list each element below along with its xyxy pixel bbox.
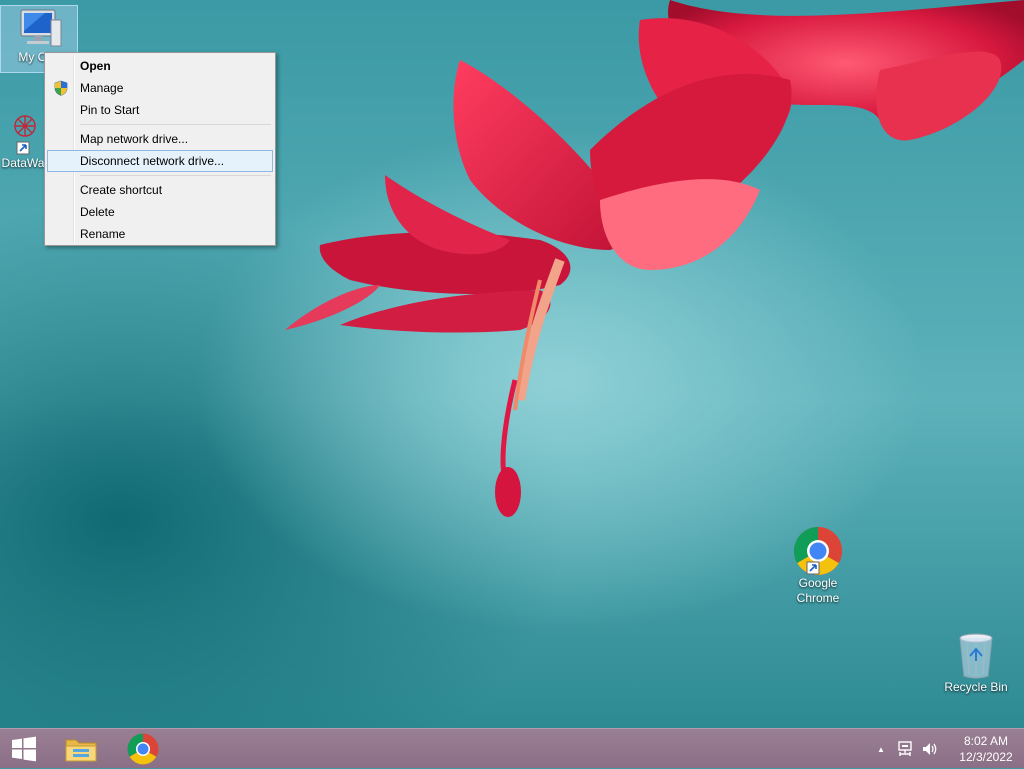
taskbar-clock[interactable]: 8:02 AM 12/3/2022 <box>956 733 1016 765</box>
menu-item-label: Map network drive... <box>80 132 189 146</box>
menu-item-disconnect-network-drive[interactable]: Disconnect network drive... <box>47 150 273 172</box>
taskbar-chrome[interactable] <box>116 729 170 769</box>
menu-item-label: Rename <box>80 227 126 241</box>
desktop-icon-label: Recycle Bin <box>944 680 1008 694</box>
volume-icon <box>923 743 937 755</box>
recycle-bin-icon <box>959 633 993 679</box>
menu-separator <box>47 172 273 179</box>
taskbar: ▲ 8:02 AM 12/3/2022 <box>0 728 1024 768</box>
desktop-icon-label-line1: Google <box>798 576 838 590</box>
menu-item-label: Pin to Start <box>80 103 140 117</box>
menu-item-label: Create shortcut <box>80 183 163 197</box>
volume-tray-button[interactable] <box>918 729 942 769</box>
menu-item-rename[interactable]: Rename <box>47 223 273 245</box>
taskbar-file-explorer[interactable] <box>54 729 108 769</box>
menu-separator <box>47 121 273 128</box>
desktop-icon-label-line2: Chrome <box>796 591 840 605</box>
uac-shield-icon <box>54 80 68 96</box>
chevron-up-icon: ▲ <box>877 744 885 754</box>
menu-item-create-shortcut[interactable]: Create shortcut <box>47 179 273 201</box>
computer-icon <box>20 9 62 47</box>
menu-item-map-network-drive[interactable]: Map network drive... <box>47 128 273 150</box>
menu-item-pin-to-start[interactable]: Pin to Start <box>47 99 273 121</box>
start-button[interactable] <box>0 729 48 769</box>
show-hidden-icons-button[interactable]: ▲ <box>872 729 890 769</box>
chrome-icon <box>127 733 159 765</box>
clock-date: 12/3/2022 <box>959 750 1013 764</box>
file-explorer-icon <box>65 739 97 762</box>
desktop[interactable]: My Con DataWa Google Chrome Recycle Bin … <box>0 0 1024 728</box>
menu-item-label: Disconnect network drive... <box>80 154 225 168</box>
menu-item-open[interactable]: Open <box>47 55 273 77</box>
clock-time: 8:02 AM <box>963 734 1009 748</box>
desktop-icon-label: DataWa <box>1 156 45 170</box>
desktop-icon-recycle-bin[interactable]: Recycle Bin <box>938 630 1014 700</box>
desktop-icon-google-chrome[interactable]: Google Chrome <box>780 526 856 610</box>
context-menu: Open Manage Pin to Start Map network dri… <box>44 52 276 246</box>
datawarehouse-icon <box>14 115 36 155</box>
menu-item-label: Manage <box>80 81 124 95</box>
network-icon <box>898 741 912 756</box>
windows-logo-icon <box>12 736 36 762</box>
menu-item-delete[interactable]: Delete <box>47 201 273 223</box>
chrome-icon <box>793 527 843 576</box>
menu-item-label: Delete <box>80 205 115 219</box>
menu-item-label: Open <box>80 59 111 73</box>
menu-item-manage[interactable]: Manage <box>47 77 273 99</box>
network-tray-button[interactable] <box>894 729 918 769</box>
desktop-icon-datawa[interactable]: DataWa <box>1 112 45 178</box>
